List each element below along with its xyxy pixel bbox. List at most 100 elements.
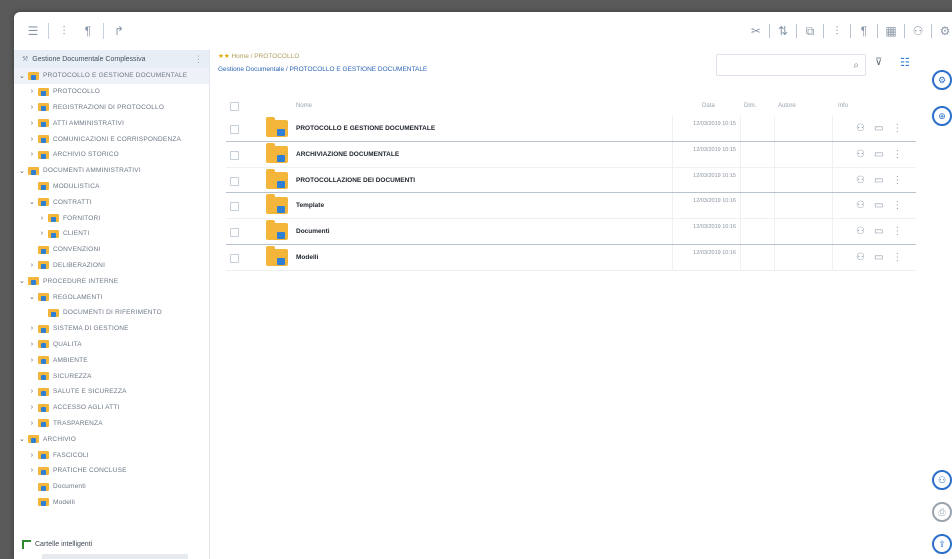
users-icon[interactable]: ⚇ bbox=[856, 252, 865, 263]
more-icon[interactable]: ⋮ bbox=[892, 123, 902, 134]
star-icon[interactable]: ★★ bbox=[218, 53, 230, 60]
folder-open-icon[interactable]: ▭ bbox=[874, 226, 883, 237]
sidebar-tree-item[interactable]: DOCUMENTI DI RIFERIMENTO bbox=[14, 305, 209, 321]
folder-open-icon[interactable]: ▭ bbox=[874, 200, 883, 211]
move-icon[interactable]: ⇅ bbox=[774, 22, 792, 40]
share-icon[interactable]: ⊕ bbox=[932, 106, 952, 126]
chevron-right-icon[interactable]: › bbox=[28, 104, 36, 111]
sidebar-tree-item[interactable]: › AMBIENTE bbox=[14, 352, 209, 368]
branch-icon[interactable]: ↱ bbox=[110, 22, 128, 40]
row-checkbox[interactable] bbox=[230, 253, 239, 263]
col-date[interactable]: Data bbox=[702, 103, 715, 109]
smart-folders-link[interactable]: Cartelle intelligenti bbox=[22, 540, 92, 549]
file-name[interactable]: PROTOCOLLO E GESTIONE DOCUMENTALE bbox=[296, 125, 435, 132]
chevron-right-icon[interactable]: › bbox=[28, 357, 36, 364]
col-info[interactable]: Info bbox=[838, 103, 848, 109]
workflow-icon[interactable]: ⚙ bbox=[932, 70, 952, 90]
table-row[interactable]: PROTOCOLLAZIONE DEI DOCUMENTI 12/03/2019 … bbox=[226, 167, 916, 194]
paste-icon[interactable]: ⫶ bbox=[828, 22, 846, 40]
chevron-right-icon[interactable]: › bbox=[28, 262, 36, 269]
sidebar-tree-item[interactable]: › COMUNICAZIONI E CORRISPONDENZA bbox=[14, 131, 209, 147]
file-name[interactable]: Documenti bbox=[296, 228, 330, 235]
chevron-right-icon[interactable]: › bbox=[28, 420, 36, 427]
select-all-checkbox[interactable] bbox=[230, 102, 239, 111]
copy-icon[interactable]: ⧉ bbox=[801, 22, 819, 40]
menu-icon[interactable]: ☰ bbox=[24, 22, 42, 40]
sidebar-tree-item[interactable]: CONVENZIONI bbox=[14, 242, 209, 258]
sidebar-tree-item[interactable]: ⌄ PROTOCOLLO E GESTIONE DOCUMENTALE bbox=[14, 68, 209, 84]
table-row[interactable]: Documenti 12/03/2019 10:16 ⚇ ▭ ⋮ bbox=[226, 219, 916, 245]
chevron-right-icon[interactable]: › bbox=[28, 120, 36, 127]
chevron-right-icon[interactable]: › bbox=[28, 452, 36, 459]
sidebar-tree-item[interactable]: › ARCHIVIO STORICO bbox=[14, 147, 209, 163]
sidebar-tree-item[interactable]: › ATTI AMMINISTRATIVI bbox=[14, 115, 209, 131]
sidebar-header[interactable]: ⚒ Gestione Documentale Complessiva ⋮ bbox=[14, 50, 209, 68]
sidebar-tree-item[interactable]: › CLIENTI bbox=[14, 226, 209, 242]
col-name[interactable]: Nome bbox=[296, 103, 312, 109]
users-icon[interactable]: ⚇ bbox=[856, 226, 865, 237]
list-view-icon[interactable]: ☷ bbox=[900, 56, 910, 69]
sidebar-tree-item[interactable]: › ACCESSO AGLI ATTI bbox=[14, 400, 209, 416]
sidebar-tree-item[interactable]: ⌄ REGOLAMENTI bbox=[14, 289, 209, 305]
calendar-icon[interactable]: ▦ bbox=[882, 22, 900, 40]
breadcrumb[interactable]: ★★ Home / PROTOCOLLO bbox=[218, 52, 299, 60]
row-checkbox[interactable] bbox=[230, 202, 239, 212]
table-row[interactable]: ARCHIVIAZIONE DOCUMENTALE 12/03/2019 10:1… bbox=[226, 141, 916, 168]
chevron-right-icon[interactable]: › bbox=[28, 151, 36, 158]
sidebar-tree-item[interactable]: MODULISTICA bbox=[14, 179, 209, 195]
sidebar-tree-item[interactable]: SICUREZZA bbox=[14, 368, 209, 384]
col-size[interactable]: Dim. bbox=[744, 103, 756, 109]
more-icon[interactable]: ⋮ bbox=[892, 226, 902, 237]
sidebar-tree-item[interactable]: ⌄ DOCUMENTI AMMINISTRATIVI bbox=[14, 163, 209, 179]
sidebar-tree-item[interactable]: ⌄ CONTRATTI bbox=[14, 194, 209, 210]
users-icon[interactable]: ⚇ bbox=[856, 200, 865, 211]
chevron-down-icon[interactable]: ⌄ bbox=[18, 72, 26, 80]
add-user-icon[interactable]: ⚇ bbox=[932, 470, 952, 490]
chevron-down-icon[interactable]: ⌄ bbox=[28, 293, 36, 301]
sidebar-tree-item[interactable]: ⌄ ARCHIVIO bbox=[14, 431, 209, 447]
chevron-right-icon[interactable]: › bbox=[38, 230, 46, 237]
row-checkbox[interactable] bbox=[230, 150, 239, 160]
print-icon[interactable]: ⎙ bbox=[932, 502, 952, 522]
file-name[interactable]: PROTOCOLLAZIONE DEI DOCUMENTI bbox=[296, 177, 415, 184]
chevron-down-icon[interactable]: ⌄ bbox=[28, 198, 36, 206]
sidebar-tree-item[interactable]: › FASCICOLI bbox=[14, 447, 209, 463]
sidebar-tree-item[interactable]: › TRASPARENZA bbox=[14, 416, 209, 432]
sidebar-tree-item[interactable]: › SALUTE E SICUREZZA bbox=[14, 384, 209, 400]
chevron-right-icon[interactable]: › bbox=[28, 467, 36, 474]
chevron-down-icon[interactable]: ⌄ bbox=[18, 277, 26, 285]
sidebar-tree-item[interactable]: › SISTEMA DI GESTIONE bbox=[14, 321, 209, 337]
paragraph-icon[interactable]: ¶ bbox=[855, 22, 873, 40]
paragraph-icon[interactable]: ¶ bbox=[79, 22, 97, 40]
more-icon[interactable]: ⋮ bbox=[892, 175, 902, 186]
file-name[interactable]: ARCHIVIAZIONE DOCUMENTALE bbox=[296, 151, 399, 158]
users-icon[interactable]: ⚇ bbox=[856, 175, 865, 186]
file-name[interactable]: Template bbox=[296, 202, 324, 209]
filter-icon[interactable]: ⊽ bbox=[875, 57, 882, 68]
chevron-right-icon[interactable]: › bbox=[28, 325, 36, 332]
row-checkbox[interactable] bbox=[230, 125, 239, 134]
more-icon[interactable]: ⋮ bbox=[194, 54, 203, 65]
more-icon[interactable]: ⋮ bbox=[892, 252, 902, 263]
folder-open-icon[interactable]: ▭ bbox=[874, 252, 883, 263]
chevron-right-icon[interactable]: › bbox=[28, 136, 36, 143]
scissors-icon[interactable]: ✂ bbox=[747, 22, 765, 40]
row-checkbox[interactable] bbox=[230, 228, 239, 238]
users-icon[interactable]: ⚇ bbox=[856, 149, 865, 160]
folder-open-icon[interactable]: ▭ bbox=[874, 123, 883, 134]
chevron-down-icon[interactable]: ⌄ bbox=[18, 435, 26, 443]
chevron-right-icon[interactable]: › bbox=[28, 404, 36, 411]
sidebar-tree-item[interactable]: › PRATICHE CONCLUSE bbox=[14, 463, 209, 479]
chevron-right-icon[interactable]: › bbox=[28, 88, 36, 95]
chevron-right-icon[interactable]: › bbox=[28, 388, 36, 395]
path-link[interactable]: Gestione Documentale / PROTOCOLLO E GEST… bbox=[218, 66, 427, 73]
sidebar-tree-item[interactable]: › PROTOCOLLO bbox=[14, 84, 209, 100]
table-row[interactable]: Modelli 12/03/2019 10:16 ⚇ ▭ ⋮ bbox=[226, 244, 916, 271]
chevron-down-icon[interactable]: ⌄ bbox=[18, 167, 26, 175]
sidebar-tree-item[interactable]: › QUALITA bbox=[14, 337, 209, 353]
user-icon[interactable]: ⚇ bbox=[909, 22, 927, 40]
search-input[interactable]: ⌕ bbox=[716, 54, 866, 76]
tree-icon[interactable]: ⫶ bbox=[55, 22, 73, 40]
sidebar-tree-item[interactable]: ⌄ PROCEDURE INTERNE bbox=[14, 273, 209, 289]
export-icon[interactable]: ⇪ bbox=[932, 534, 952, 554]
